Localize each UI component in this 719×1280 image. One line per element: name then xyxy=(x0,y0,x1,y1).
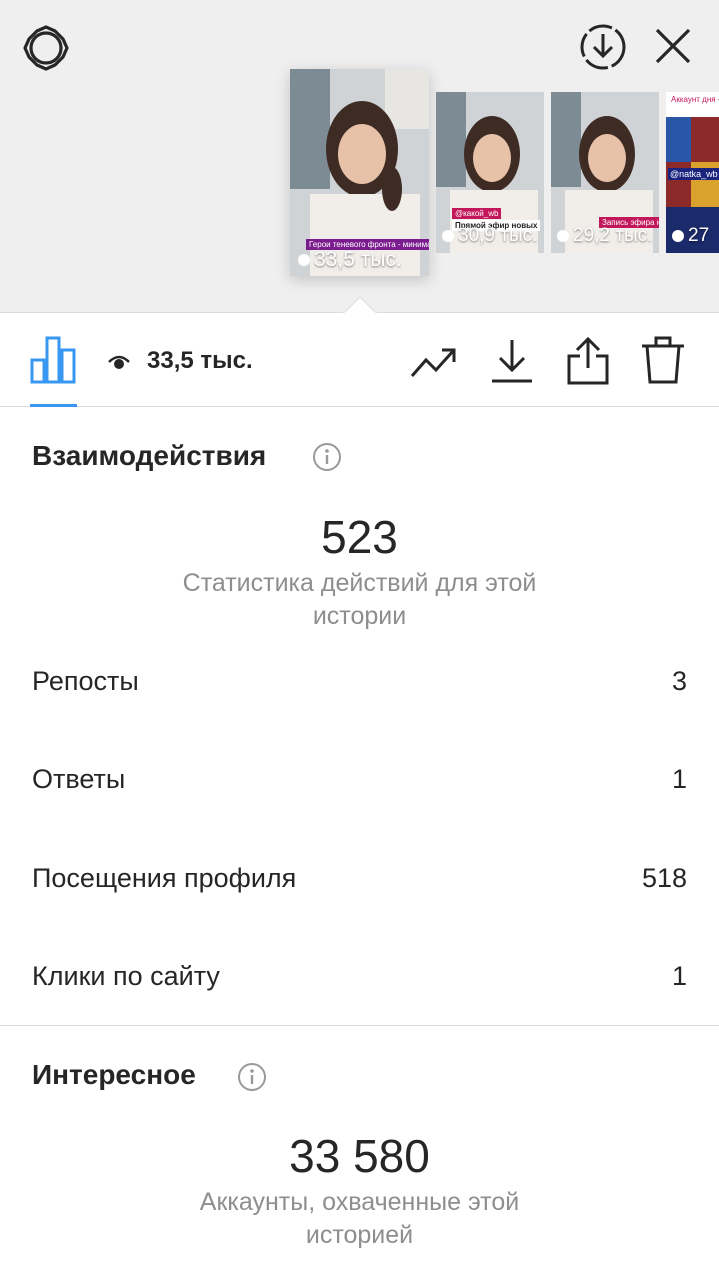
eye-icon xyxy=(108,355,130,369)
story-views: 33,5 тыс. xyxy=(298,248,402,272)
stat-value: 1 xyxy=(671,960,687,991)
stat-label: Ответы xyxy=(32,763,126,794)
section-divider xyxy=(0,1025,719,1026)
stat-row-replies: Ответы 1 xyxy=(32,759,687,799)
eye-icon xyxy=(557,230,569,242)
story-views-count: 33,5 тыс. xyxy=(314,248,402,271)
stat-value: 1 xyxy=(671,763,687,794)
discovery-subtitle-line2: историей xyxy=(305,1221,414,1249)
share-icon[interactable] xyxy=(566,336,610,386)
download-circle-icon[interactable] xyxy=(578,22,628,72)
story-thumbnail[interactable]: @какой_wb Прямой эфир новых 30,9 тыс. xyxy=(436,92,544,253)
interactions-title: Взаимодействия xyxy=(32,440,267,471)
insights-toolbar: 33,5 тыс. xyxy=(0,314,719,407)
story-handle: @natka_wb xyxy=(668,168,719,180)
interactions-subtitle-line1: Статистика действий для этой xyxy=(182,569,537,597)
story-caption: Аккаунт дня — с Натальей xyxy=(668,94,719,105)
close-icon[interactable] xyxy=(651,24,695,68)
info-icon[interactable] xyxy=(237,1062,267,1092)
story-views-count: 27 xyxy=(688,225,710,246)
info-icon[interactable] xyxy=(312,442,342,472)
stat-row-reposts: Репосты 3 xyxy=(32,661,687,701)
story-views: 30,9 тыс. xyxy=(442,225,537,247)
story-viewer: Герои теневого фронта - минималисты из I… xyxy=(0,0,719,314)
discovery-title: Интересное xyxy=(32,1059,196,1090)
trending-icon[interactable] xyxy=(410,342,458,382)
interactions-total: 523 xyxy=(321,511,398,563)
stat-label: Посещения профиля xyxy=(32,862,297,893)
bar-chart-icon[interactable] xyxy=(30,336,76,384)
story-views-count: 30,9 тыс. xyxy=(458,225,538,246)
interactions-subtitle-line2: истории xyxy=(312,602,407,630)
stat-row-website-clicks: Клики по сайту 1 xyxy=(32,956,687,996)
views-count: 33,5 тыс. xyxy=(147,347,253,374)
active-tab-indicator xyxy=(30,404,77,407)
story-thumbnail-selected[interactable]: Герои теневого фронта - минималисты из I… xyxy=(290,69,429,276)
stat-label: Репосты xyxy=(32,665,139,696)
story-views: 29,2 тыс. xyxy=(557,225,652,247)
trash-icon[interactable] xyxy=(640,336,686,386)
story-caption: @какой_wb xyxy=(452,208,502,219)
story-views: 27 xyxy=(672,225,709,247)
discovery-total: 33 580 xyxy=(289,1130,430,1182)
discovery-subtitle: Аккаунты, охваченные этой историей xyxy=(0,1186,719,1252)
stat-row-profile-visits: Посещения профиля 518 xyxy=(32,858,687,898)
story-views-count: 29,2 тыс. xyxy=(573,225,653,246)
eye-icon xyxy=(672,230,684,242)
eye-icon xyxy=(442,230,454,242)
eye-icon xyxy=(298,254,310,266)
selection-pointer xyxy=(343,296,377,314)
stat-label: Клики по сайту xyxy=(32,960,220,991)
gear-icon[interactable] xyxy=(22,24,70,72)
story-thumbnail[interactable]: Аккаунт дня — с Натальей @natka_wb 27 xyxy=(666,92,719,253)
discovery-subtitle-line1: Аккаунты, охваченные этой xyxy=(199,1188,520,1216)
download-icon[interactable] xyxy=(490,338,534,384)
stat-value: 3 xyxy=(671,665,687,696)
stat-value: 518 xyxy=(641,862,687,893)
story-thumbnail[interactable]: Запись эфира на канале 29,2 тыс. xyxy=(551,92,659,253)
interactions-subtitle: Статистика действий для этой истории xyxy=(0,567,719,633)
